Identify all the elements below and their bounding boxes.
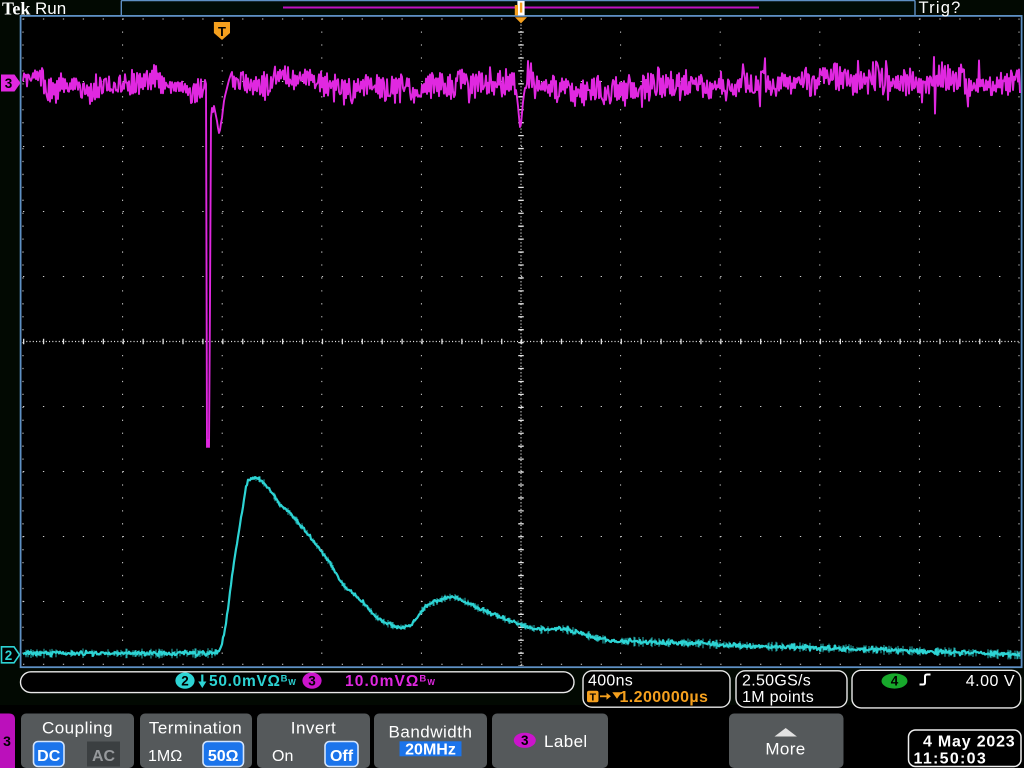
svg-text:11:50:03: 11:50:03: [914, 750, 988, 767]
svg-text:50Ω: 50Ω: [208, 748, 239, 765]
svg-text:3: 3: [521, 733, 529, 748]
svg-text:4: 4: [891, 674, 899, 689]
svg-text:3: 3: [5, 76, 13, 91]
svg-text:More: More: [765, 740, 805, 759]
svg-text:Run: Run: [35, 0, 66, 18]
svg-text:Coupling: Coupling: [42, 719, 113, 738]
svg-text:T: T: [218, 24, 226, 39]
svg-text:AC: AC: [92, 748, 116, 765]
svg-text:1M points: 1M points: [742, 689, 814, 706]
svg-text:4 May 2023: 4 May 2023: [923, 733, 1016, 750]
svg-text:4.00 V: 4.00 V: [966, 673, 1015, 690]
svg-text:2: 2: [181, 673, 189, 688]
svg-text:20MHz: 20MHz: [405, 741, 456, 758]
svg-text:400ns: 400ns: [588, 673, 633, 690]
svg-text:On: On: [272, 748, 293, 765]
svg-text:Tek: Tek: [2, 0, 30, 19]
svg-text:Off: Off: [330, 748, 354, 765]
svg-text:DC: DC: [37, 748, 61, 765]
svg-text:2: 2: [5, 648, 13, 663]
svg-text:2.50GS/s: 2.50GS/s: [742, 673, 811, 690]
svg-text:Termination: Termination: [149, 719, 242, 738]
svg-text:Invert: Invert: [291, 719, 337, 738]
svg-text:3: 3: [308, 673, 316, 688]
svg-text:1MΩ: 1MΩ: [148, 748, 182, 765]
svg-text:Bandwidth: Bandwidth: [389, 723, 473, 742]
svg-text:Label: Label: [544, 732, 588, 751]
svg-text:1.200000µs: 1.200000µs: [620, 689, 709, 706]
svg-text:T: T: [590, 692, 597, 704]
svg-text:Trig?: Trig?: [919, 0, 962, 17]
svg-text:3: 3: [3, 733, 11, 749]
